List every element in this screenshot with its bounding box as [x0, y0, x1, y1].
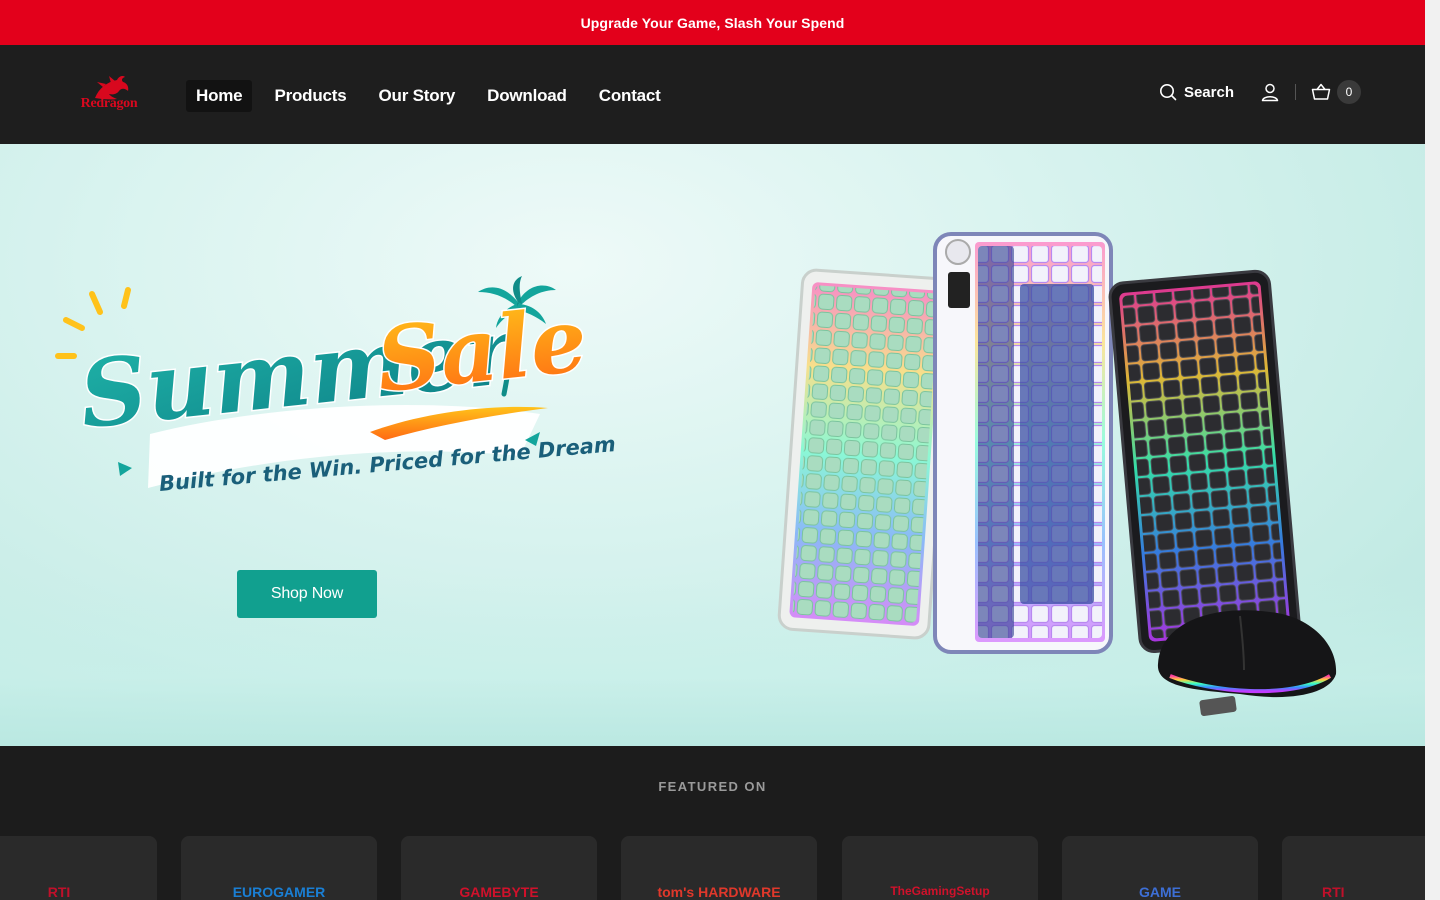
summer-sale-artwork: Summer Sale Built for the Win. Priced fo…: [55, 276, 617, 496]
shop-now-button[interactable]: Shop Now: [237, 570, 377, 618]
black-keyboard: [1108, 269, 1301, 654]
header-actions: Search 0: [1159, 77, 1361, 107]
headline-sale: Sale: [372, 287, 592, 412]
keyboards-product-image: [777, 232, 1337, 717]
announcement-bar: Upgrade Your Game, Slash Your Spend: [0, 0, 1425, 45]
nav-our-story[interactable]: Our Story: [369, 80, 466, 112]
main-nav: Home Products Our Story Download Contact: [186, 80, 683, 112]
featured-on-section: FEATURED ON RTI EUROGAMER GAMEBYTE tom's…: [0, 746, 1425, 900]
press-logo-card[interactable]: RTI: [0, 836, 157, 900]
press-logo-eurogamer[interactable]: EUROGAMER: [181, 836, 377, 900]
press-logo-game[interactable]: GAME: [1062, 836, 1258, 900]
press-logo-gamebyte[interactable]: GAMEBYTE: [401, 836, 597, 900]
nav-download[interactable]: Download: [477, 80, 577, 112]
brand-wordmark: Redragon: [80, 96, 138, 111]
gaming-mouse: [1157, 610, 1337, 717]
press-logo-thegamingsetup[interactable]: TheGamingSetup: [842, 836, 1038, 900]
cart-count-badge: 0: [1337, 80, 1361, 104]
cart-button[interactable]: 0: [1311, 80, 1361, 104]
mint-keyboard: [777, 268, 954, 640]
anime-keyboard: [933, 232, 1113, 654]
nav-home[interactable]: Home: [186, 80, 253, 112]
press-logo-label: RTI: [47, 884, 71, 900]
press-logo-label: GAME: [1139, 884, 1181, 900]
user-icon: [1261, 83, 1279, 102]
cart-basket-icon: [1311, 83, 1331, 100]
header-divider: [1295, 84, 1296, 100]
page-scrollbar[interactable]: [1425, 0, 1440, 900]
press-logo-label: TheGamingSetup: [890, 884, 990, 898]
featured-title: FEATURED ON: [658, 779, 767, 794]
search-icon: [1159, 84, 1177, 101]
brand-logo[interactable]: Redragon: [73, 74, 145, 118]
press-logo-toms-hardware[interactable]: tom's HARDWARE: [621, 836, 817, 900]
search-label: Search: [1183, 83, 1234, 101]
nav-contact[interactable]: Contact: [589, 80, 671, 112]
press-logo-label: EUROGAMER: [232, 884, 326, 900]
site-header: Redragon Home Products Our Story Downloa…: [0, 45, 1425, 144]
nav-products[interactable]: Products: [264, 80, 356, 112]
hero-banner[interactable]: Summer Sale Built for the Win. Priced fo…: [0, 144, 1425, 746]
press-logo-label: GAMEBYTE: [459, 884, 539, 900]
press-logo-label: tom's HARDWARE: [657, 884, 781, 900]
press-logo-label: RTI: [1322, 884, 1345, 900]
announcement-text: Upgrade Your Game, Slash Your Spend: [580, 14, 845, 31]
page: Upgrade Your Game, Slash Your Spend Redr…: [0, 0, 1425, 900]
account-button[interactable]: [1260, 82, 1280, 102]
press-logo-rti[interactable]: RTI: [1282, 836, 1425, 900]
search-button[interactable]: Search: [1159, 83, 1234, 101]
